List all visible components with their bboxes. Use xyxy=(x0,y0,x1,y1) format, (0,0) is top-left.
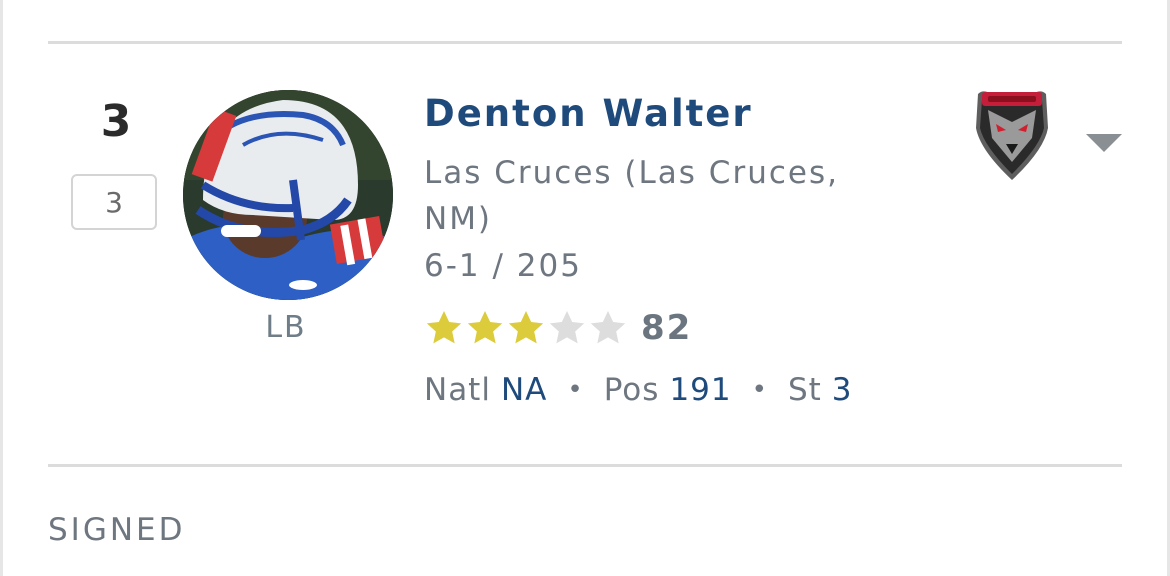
player-school: Las Cruces (Las Cruces, NM) xyxy=(424,155,839,237)
star-icon xyxy=(465,308,505,348)
natl-rank-label: Natl xyxy=(424,372,491,408)
player-name[interactable]: Denton Walter xyxy=(424,92,753,135)
natl-rank-value[interactable]: NA xyxy=(501,372,547,408)
star-icon xyxy=(506,308,546,348)
pos-rank-value[interactable]: 191 xyxy=(669,372,731,408)
star-icon xyxy=(424,308,464,348)
rank-separator: • xyxy=(567,375,584,405)
rank-separator: • xyxy=(751,375,768,405)
player-rating: 82 xyxy=(641,308,693,348)
star-rating: 82 xyxy=(424,308,692,348)
section-status-label: SIGNED xyxy=(48,512,186,548)
player-rankings: Natl NA • Pos 191 • St 3 xyxy=(424,372,853,408)
avatar-photo xyxy=(183,90,393,300)
rank-box: 3 xyxy=(71,174,157,230)
chevron-down-icon xyxy=(1086,134,1122,152)
star-icon xyxy=(588,308,628,348)
team-logo[interactable] xyxy=(974,88,1050,182)
st-rank-label: St xyxy=(787,372,822,408)
pos-rank-label: Pos xyxy=(603,372,660,408)
player-measurements: 6-1 / 205 xyxy=(424,248,582,284)
top-divider xyxy=(48,41,1122,44)
expand-chevron[interactable] xyxy=(1086,134,1122,154)
player-rank: 3 xyxy=(100,96,132,147)
st-rank-value[interactable]: 3 xyxy=(832,372,853,408)
player-position: LB xyxy=(265,310,307,345)
player-avatar[interactable] xyxy=(183,90,393,300)
lobos-logo-icon xyxy=(976,91,1048,180)
frame-left-border xyxy=(0,0,3,576)
star-icon xyxy=(547,308,587,348)
bottom-divider xyxy=(48,464,1122,467)
